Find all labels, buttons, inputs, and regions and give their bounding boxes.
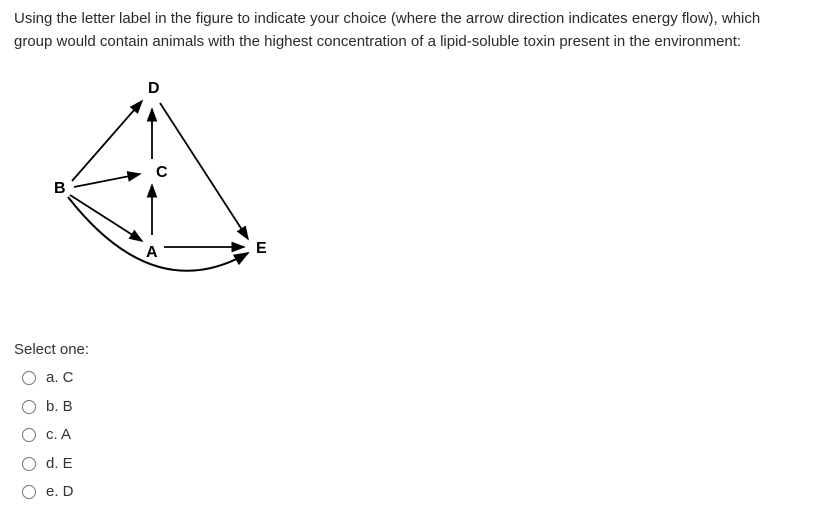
radio-a[interactable] [22, 371, 36, 385]
node-label-d: D [148, 80, 160, 97]
option-a[interactable]: a. C [22, 367, 800, 390]
edge-b-a [70, 195, 142, 241]
radio-b[interactable] [22, 400, 36, 414]
option-b-label: b. B [46, 396, 73, 419]
option-c-label: c. A [46, 424, 71, 447]
edge-b-c [74, 174, 140, 187]
option-b[interactable]: b. B [22, 396, 800, 419]
radio-c[interactable] [22, 428, 36, 442]
option-d-label: d. E [46, 453, 73, 476]
select-one-label: Select one: [14, 339, 800, 362]
options-list: a. C b. B c. A d. E e. D [14, 367, 800, 504]
edge-b-d [72, 101, 142, 181]
food-web-diagram: B D C A E [24, 77, 800, 315]
node-label-a: A [146, 244, 158, 261]
edge-d-e [160, 103, 248, 239]
option-e[interactable]: e. D [22, 481, 800, 504]
radio-e[interactable] [22, 485, 36, 499]
option-c[interactable]: c. A [22, 424, 800, 447]
node-label-b: B [54, 180, 66, 197]
edge-b-e [68, 197, 248, 271]
option-d[interactable]: d. E [22, 453, 800, 476]
option-a-label: a. C [46, 367, 74, 390]
question-text: Using the letter label in the figure to … [14, 8, 800, 53]
option-e-label: e. D [46, 481, 74, 504]
node-label-c: C [156, 164, 168, 181]
radio-d[interactable] [22, 457, 36, 471]
node-label-e: E [256, 240, 267, 257]
